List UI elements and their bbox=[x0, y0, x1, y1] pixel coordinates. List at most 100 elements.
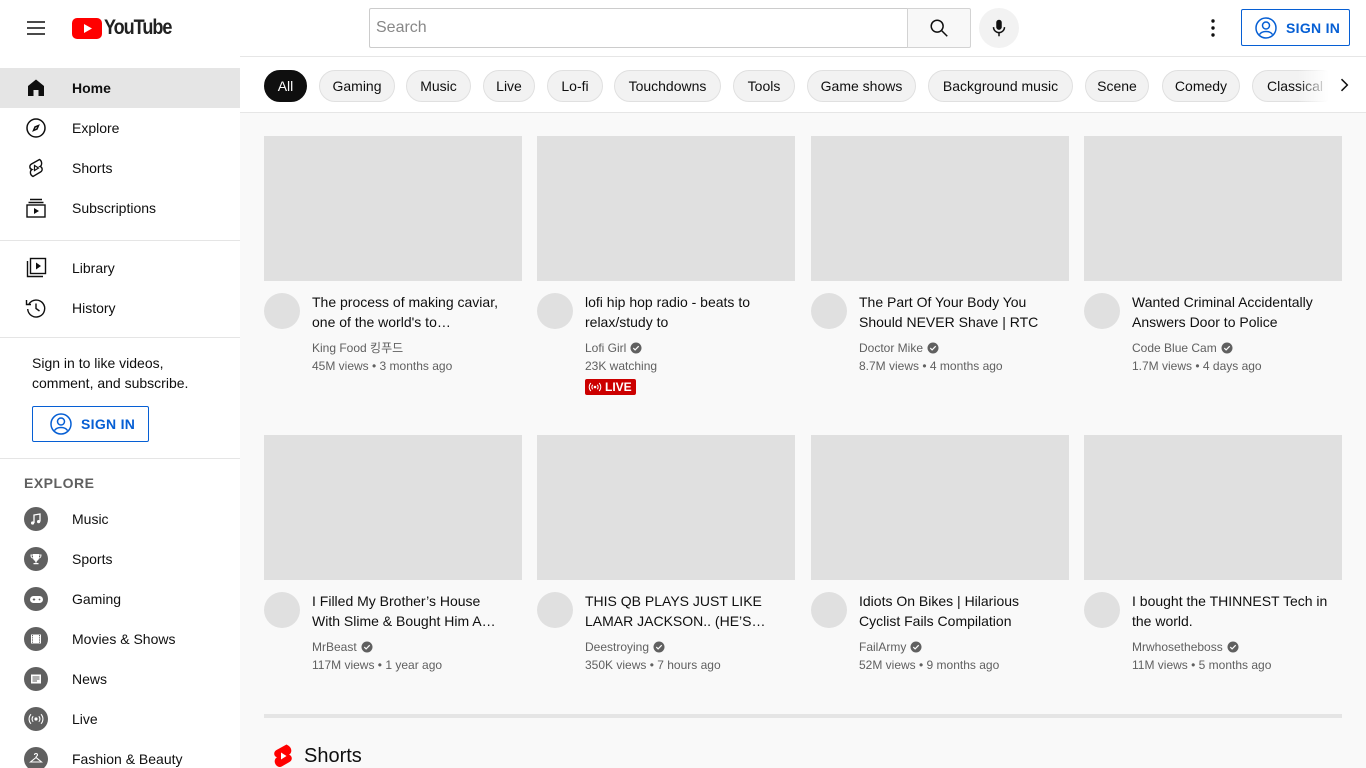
chip-next-button[interactable] bbox=[1324, 65, 1364, 105]
video-thumbnail[interactable] bbox=[811, 136, 1069, 281]
sidebar-item-library[interactable]: Library bbox=[0, 248, 240, 288]
video-card[interactable]: The process of making caviar, one of the… bbox=[264, 136, 522, 406]
sidebar-item-live[interactable]: Live bbox=[0, 699, 240, 739]
sidebar-item-sports[interactable]: Sports bbox=[0, 539, 240, 579]
video-title[interactable]: The Part Of Your Body You Should NEVER S… bbox=[859, 292, 1059, 332]
video-meta: 45M views • 3 months ago bbox=[312, 359, 453, 373]
sidebar-item-movies-shows[interactable]: Movies & Shows bbox=[0, 619, 240, 659]
channel-avatar[interactable] bbox=[1084, 293, 1120, 329]
video-meta: 8.7M views • 4 months ago bbox=[859, 359, 1003, 373]
sidebar: Home Explore Shorts Subscriptions Librar… bbox=[0, 56, 240, 768]
sidebar-item-label: Home bbox=[72, 80, 111, 96]
menu-icon[interactable] bbox=[16, 8, 56, 48]
search-field[interactable] bbox=[369, 8, 908, 48]
video-thumbnail[interactable] bbox=[264, 435, 522, 580]
video-card[interactable]: Wanted Criminal Accidentally Answers Doo… bbox=[1084, 136, 1342, 406]
sidebar-item-history[interactable]: History bbox=[0, 288, 240, 328]
chip-lo-fi[interactable]: Lo-fi bbox=[547, 70, 603, 102]
video-card[interactable]: Idiots On Bikes | Hilarious Cyclist Fail… bbox=[811, 435, 1069, 705]
music-note-icon bbox=[24, 507, 48, 531]
video-card[interactable]: THIS QB PLAYS JUST LIKE LAMAR JACKSON.. … bbox=[537, 435, 795, 705]
channel-name-text: FailArmy bbox=[859, 640, 907, 654]
search-button[interactable] bbox=[907, 8, 971, 48]
chip-all[interactable]: All bbox=[264, 70, 307, 102]
sidebar-item-gaming[interactable]: Gaming bbox=[0, 579, 240, 619]
youtube-logo[interactable]: YouTube bbox=[72, 16, 182, 39]
account-icon bbox=[1255, 16, 1277, 39]
video-title[interactable]: lofi hip hop radio - beats to relax/stud… bbox=[585, 292, 785, 332]
video-title[interactable]: THIS QB PLAYS JUST LIKE LAMAR JACKSON.. … bbox=[585, 591, 785, 631]
sidebar-item-fashion-beauty[interactable]: Fashion & Beauty bbox=[0, 739, 240, 768]
settings-more-button[interactable] bbox=[1193, 8, 1233, 48]
video-thumbnail[interactable] bbox=[264, 136, 522, 281]
sidebar-divider bbox=[0, 458, 240, 459]
sidebar-item-explore[interactable]: Explore bbox=[0, 108, 240, 148]
video-title[interactable]: Wanted Criminal Accidentally Answers Doo… bbox=[1132, 292, 1332, 332]
channel-avatar[interactable] bbox=[1084, 592, 1120, 628]
video-card[interactable]: The Part Of Your Body You Should NEVER S… bbox=[811, 136, 1069, 406]
video-thumbnail[interactable] bbox=[537, 435, 795, 580]
chip-scene[interactable]: Scene bbox=[1085, 70, 1149, 102]
microphone-icon bbox=[992, 19, 1006, 37]
video-thumbnail[interactable] bbox=[537, 136, 795, 281]
channel-name[interactable]: FailArmy bbox=[859, 638, 922, 656]
voice-search-button[interactable] bbox=[979, 8, 1019, 48]
sign-in-button[interactable]: SIGN IN bbox=[1241, 9, 1350, 46]
channel-name[interactable]: MrBeast bbox=[312, 638, 373, 656]
video-thumbnail[interactable] bbox=[1084, 435, 1342, 580]
channel-name[interactable]: King Food 킹푸드 bbox=[312, 339, 403, 357]
sidebar-item-subscriptions[interactable]: Subscriptions bbox=[0, 188, 240, 228]
channel-name-text: Code Blue Cam bbox=[1132, 341, 1217, 355]
live-label: LIVE bbox=[605, 380, 632, 394]
video-thumbnail[interactable] bbox=[811, 435, 1069, 580]
sidebar-item-shorts[interactable]: Shorts bbox=[0, 148, 240, 188]
sidebar-item-home[interactable]: Home bbox=[0, 68, 240, 108]
sidebar-divider bbox=[0, 337, 240, 338]
video-meta: 11M views • 5 months ago bbox=[1132, 658, 1272, 672]
channel-avatar[interactable] bbox=[811, 293, 847, 329]
video-title[interactable]: Idiots On Bikes | Hilarious Cyclist Fail… bbox=[859, 591, 1059, 631]
video-card[interactable]: I Filled My Brother’s House With Slime &… bbox=[264, 435, 522, 705]
video-card[interactable]: I bought the THINNEST Tech in the world.… bbox=[1084, 435, 1342, 705]
chip-touchdowns[interactable]: Touchdowns bbox=[614, 70, 721, 102]
channel-name[interactable]: Code Blue Cam bbox=[1132, 339, 1233, 357]
chip-gaming[interactable]: Gaming bbox=[319, 70, 395, 102]
video-meta: 52M views • 9 months ago bbox=[859, 658, 1000, 672]
explore-section-title: EXPLORE bbox=[24, 475, 95, 491]
sidebar-item-label: News bbox=[72, 671, 108, 687]
chip-comedy[interactable]: Comedy bbox=[1162, 70, 1240, 102]
channel-avatar[interactable] bbox=[537, 293, 573, 329]
more-vert-icon bbox=[1211, 19, 1215, 37]
channel-avatar[interactable] bbox=[537, 592, 573, 628]
channel-name[interactable]: Deestroying bbox=[585, 638, 665, 656]
video-card[interactable]: lofi hip hop radio - beats to relax/stud… bbox=[537, 136, 795, 406]
channel-name[interactable]: Lofi Girl bbox=[585, 339, 642, 357]
channel-name-text: Lofi Girl bbox=[585, 341, 627, 355]
news-icon bbox=[24, 667, 48, 691]
chip-music[interactable]: Music bbox=[406, 70, 471, 102]
history-icon bbox=[24, 296, 48, 320]
library-icon bbox=[24, 256, 48, 280]
channel-name-text: MrBeast bbox=[312, 640, 357, 654]
sidebar-item-label: Music bbox=[72, 511, 109, 527]
video-title[interactable]: I Filled My Brother’s House With Slime &… bbox=[312, 591, 512, 631]
search-input[interactable] bbox=[370, 9, 908, 47]
channel-avatar[interactable] bbox=[264, 293, 300, 329]
video-thumbnail[interactable] bbox=[1084, 136, 1342, 281]
video-title[interactable]: The process of making caviar, one of the… bbox=[312, 292, 512, 332]
channel-name[interactable]: Mrwhosetheboss bbox=[1132, 638, 1239, 656]
channel-avatar[interactable] bbox=[811, 592, 847, 628]
sidebar-item-music[interactable]: Music bbox=[0, 499, 240, 539]
channel-avatar[interactable] bbox=[264, 592, 300, 628]
sidebar-sign-in-button[interactable]: SIGN IN bbox=[32, 406, 149, 442]
shorts-shelf-header: Shorts bbox=[272, 742, 362, 768]
sidebar-item-news[interactable]: News bbox=[0, 659, 240, 699]
channel-name-text: Mrwhosetheboss bbox=[1132, 640, 1223, 654]
chip-tools[interactable]: Tools bbox=[733, 70, 795, 102]
chip-background-music[interactable]: Background music bbox=[928, 70, 1073, 102]
video-title[interactable]: I bought the THINNEST Tech in the world. bbox=[1132, 591, 1332, 631]
chip-live[interactable]: Live bbox=[483, 70, 535, 102]
channel-name[interactable]: Doctor Mike bbox=[859, 339, 939, 357]
verified-icon bbox=[361, 641, 373, 653]
chip-game-shows[interactable]: Game shows bbox=[807, 70, 916, 102]
